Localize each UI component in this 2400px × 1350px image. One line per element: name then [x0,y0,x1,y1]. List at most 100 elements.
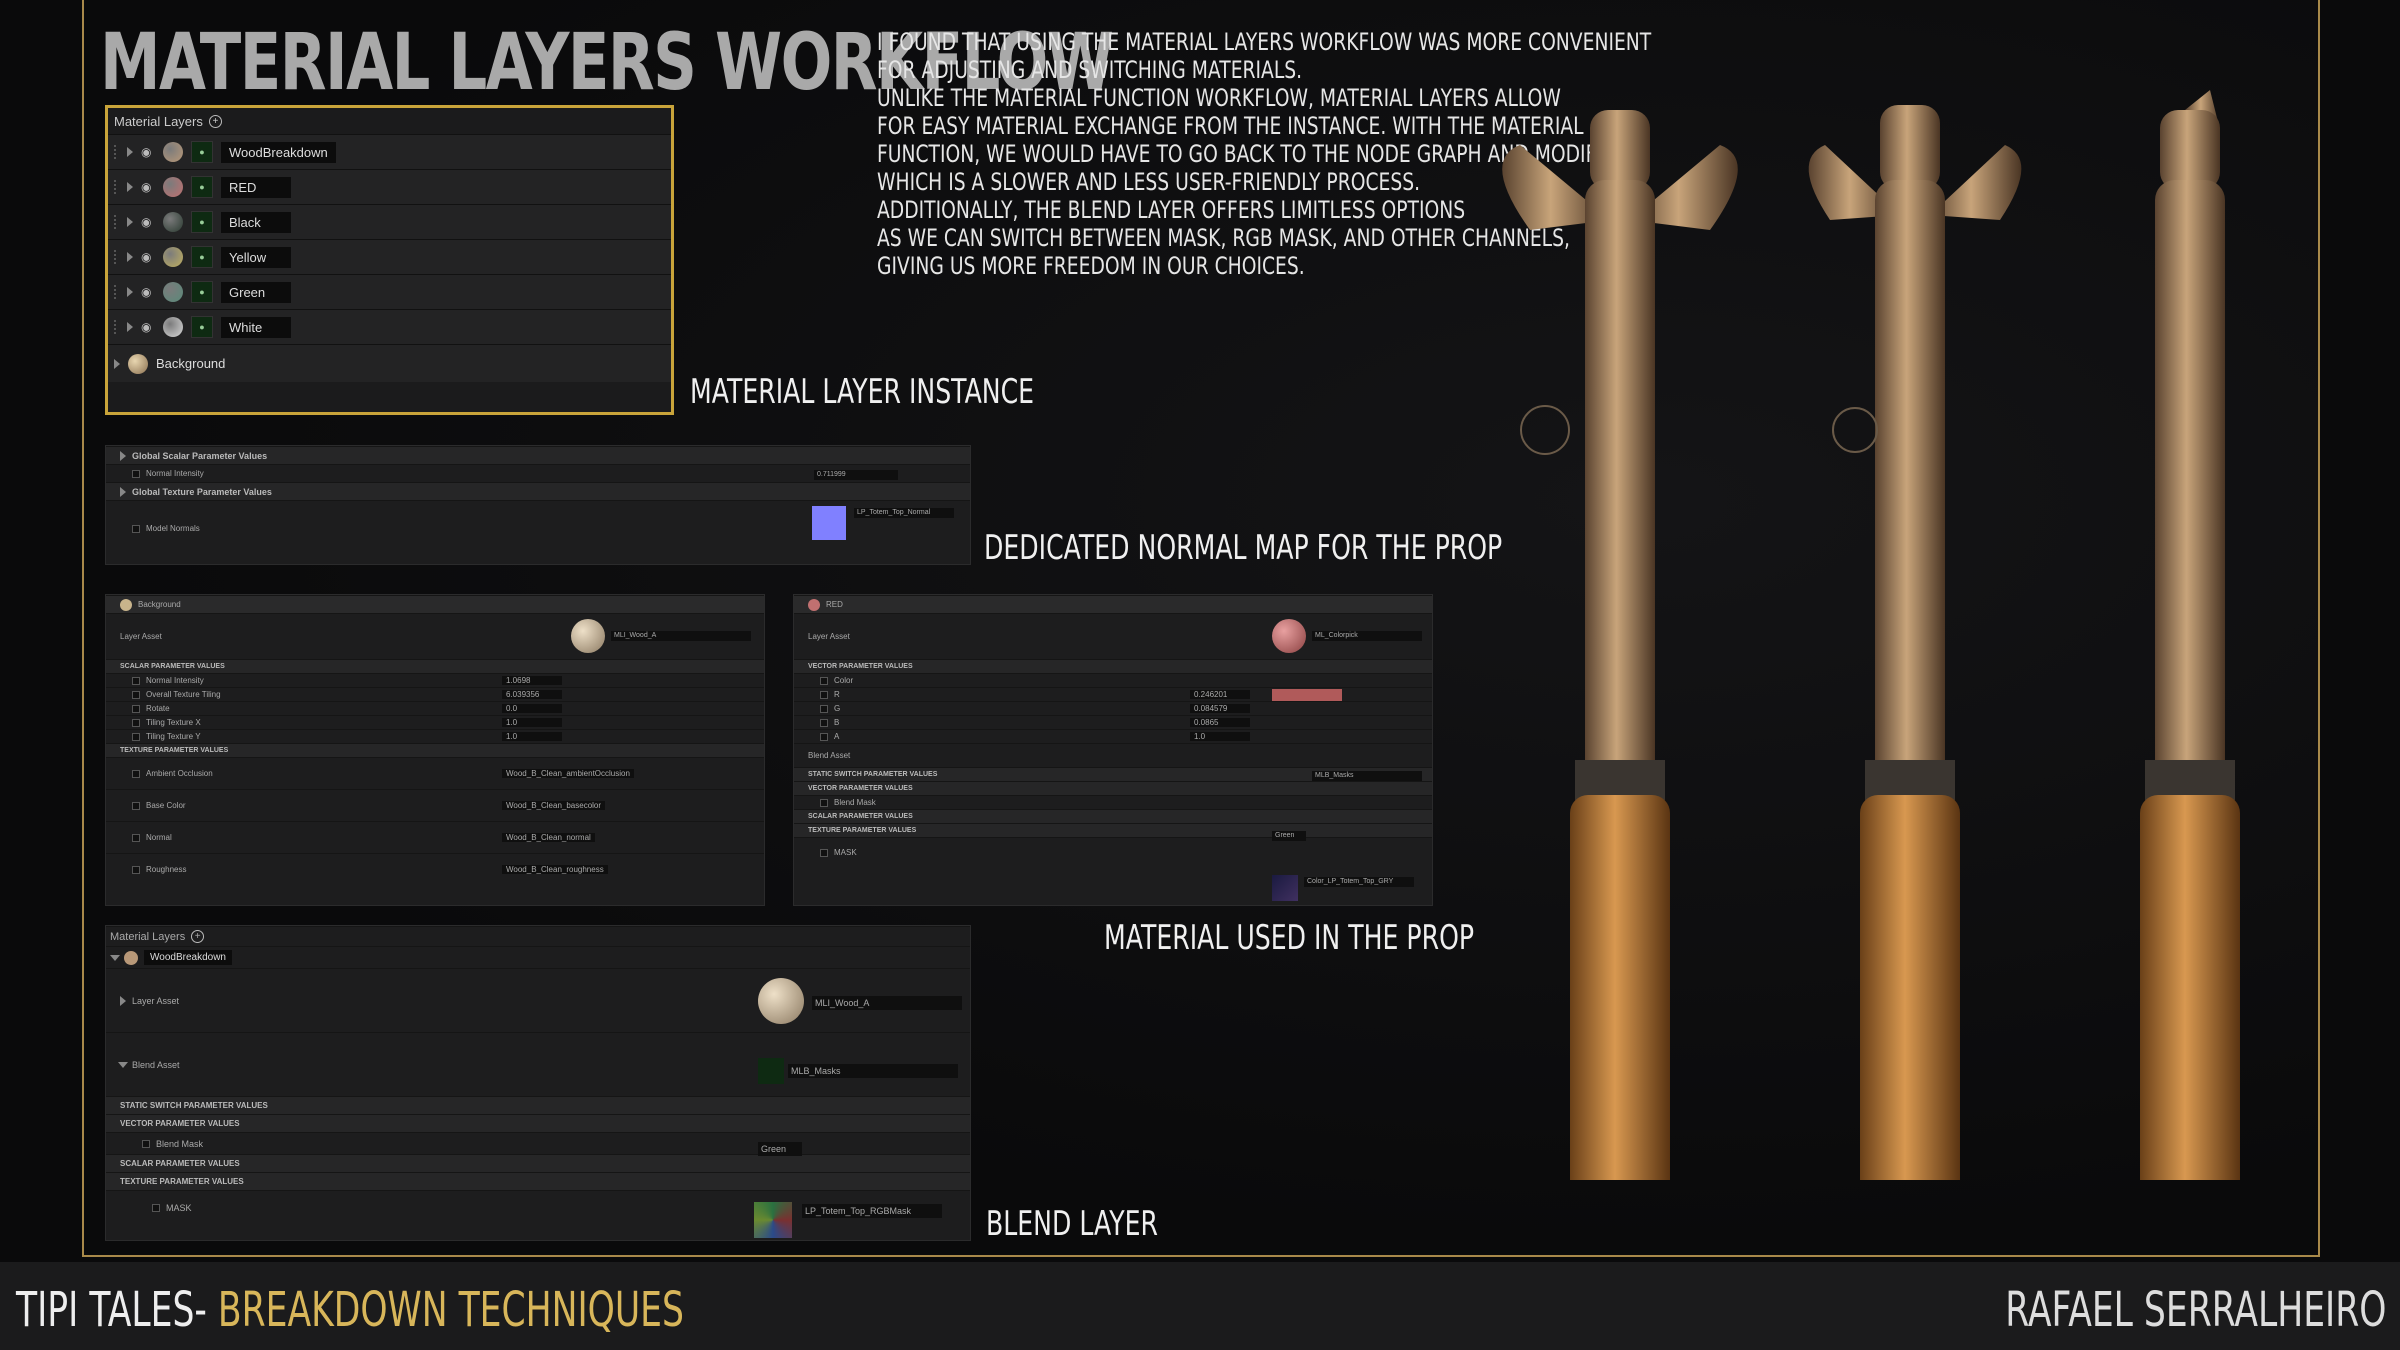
param-checkbox[interactable] [142,1139,150,1148]
param-checkbox[interactable] [820,718,828,727]
param-checkbox[interactable] [820,690,828,699]
texture-select[interactable]: LP_Totem_Top_Normal [854,508,954,518]
param-value-field[interactable]: 6.039356 [502,690,562,699]
expand-icon[interactable] [127,322,133,332]
param-value-field[interactable]: Wood_B_Clean_basecolor [502,801,606,810]
param-checkbox[interactable] [820,798,828,807]
param-value-field[interactable]: 1.0698 [502,676,562,685]
visibility-eye-icon[interactable]: ◉ [141,215,155,229]
layer-name[interactable]: White [221,316,291,338]
collapse-icon[interactable] [120,450,126,461]
expand-icon[interactable] [114,358,120,369]
add-layer-icon[interactable]: + [208,114,222,128]
param-checkbox[interactable] [132,769,140,778]
normal-intensity-field[interactable]: 0.711999 [814,470,898,480]
param-value-field[interactable]: 1.0 [502,732,562,741]
layer-row[interactable]: ◉ ● White [108,309,671,344]
blend-asset-select[interactable]: MLB_Masks [1312,771,1422,781]
drag-handle-icon[interactable] [114,145,119,159]
param-checkbox[interactable] [132,524,140,533]
param-checkbox[interactable] [820,704,828,713]
visibility-eye-icon[interactable]: ◉ [141,320,155,334]
collapse-icon[interactable] [120,486,126,497]
param-checkbox[interactable] [152,1203,160,1212]
param-value-field[interactable]: 0.0865 [1190,718,1250,727]
param-checkbox[interactable] [132,704,140,713]
drag-handle-icon[interactable] [114,215,119,229]
layer-row[interactable]: ◉ ● WoodBreakdown [108,134,671,169]
layer-name[interactable]: Black [221,211,291,233]
param-checkbox[interactable] [820,732,828,741]
visibility-eye-icon[interactable]: ◉ [141,285,155,299]
param-value-field[interactable]: 1.0 [1190,732,1250,741]
expand-icon[interactable] [127,217,133,227]
param-checkbox[interactable] [132,865,140,874]
param-value-field[interactable]: 0.084579 [1190,704,1250,713]
add-layer-icon[interactable]: + [191,930,205,943]
param-checkbox[interactable] [132,732,140,741]
layer-row[interactable]: ◉ ● Green [108,274,671,309]
param-value-field[interactable]: 1.0 [502,718,562,727]
layer-row-background[interactable]: Background [108,344,671,382]
blend-asset-row: Blend Asset [794,743,1432,767]
expand-icon[interactable] [120,995,126,1006]
layer-asset-select[interactable]: ML_Colorpick [1312,631,1422,641]
param-checkbox[interactable] [820,676,828,685]
section-header[interactable]: VECTOR PARAMETER VALUES [794,781,1432,795]
expand-icon[interactable] [110,954,120,961]
expand-icon[interactable] [127,147,133,157]
param-checkbox[interactable] [132,833,140,842]
layer-name[interactable]: RED [221,176,291,198]
expand-icon[interactable] [118,1061,128,1068]
expand-icon[interactable] [127,287,133,297]
visibility-eye-icon[interactable]: ◉ [141,250,155,264]
layer-name[interactable]: WoodBreakdown [144,950,232,965]
blend-mask-select[interactable]: Green [758,1142,802,1156]
section-header[interactable]: VECTOR PARAMETER VALUES [106,1114,970,1132]
mask-texture-select[interactable]: Color_LP_Totem_Top_GRY [1304,877,1414,887]
param-checkbox[interactable] [132,718,140,727]
drag-handle-icon[interactable] [114,250,119,264]
layer-asset-select[interactable]: MLI_Wood_A [611,631,751,641]
param-value-field[interactable]: Wood_B_Clean_ambientOcclusion [502,769,634,778]
param-value-field[interactable]: 0.246201 [1190,690,1250,699]
blend-mask-select[interactable]: Green [1272,831,1306,841]
section-header[interactable]: TEXTURE PARAMETER VALUES [106,1172,970,1190]
param-checkbox[interactable] [820,848,828,857]
section-header[interactable]: STATIC SWITCH PARAMETER VALUES [106,1096,970,1114]
drag-handle-icon[interactable] [114,320,119,334]
layer-row[interactable]: ◉ ● Yellow [108,239,671,274]
mask-texture-select[interactable]: LP_Totem_Top_RGBMask [802,1204,942,1218]
section-header[interactable]: TEXTURE PARAMETER VALUES [794,823,1432,837]
color-swatch[interactable] [1272,689,1342,701]
section-header[interactable]: SCALAR PARAMETER VALUES [106,659,764,673]
layer-name[interactable]: WoodBreakdown [221,141,336,163]
section-header[interactable]: SCALAR PARAMETER VALUES [106,1154,970,1172]
expand-icon[interactable] [127,182,133,192]
visibility-eye-icon[interactable]: ◉ [141,180,155,194]
layer-row[interactable]: ◉ ● Black [108,204,671,239]
caption-instance: MATERIAL LAYER INSTANCE [690,372,1035,412]
section-header[interactable]: Global Scalar Parameter Values [106,446,970,464]
layer-name[interactable]: Green [221,281,291,303]
section-header[interactable]: SCALAR PARAMETER VALUES [794,809,1432,823]
layer-row[interactable]: ◉ ● RED [108,169,671,204]
visibility-eye-icon[interactable]: ◉ [141,145,155,159]
layer-row[interactable]: WoodBreakdown [106,946,970,968]
param-value-field[interactable]: Wood_B_Clean_roughness [502,865,608,874]
layer-asset-select[interactable]: MLI_Wood_A [812,996,962,1010]
blend-asset-select[interactable]: MLB_Masks [788,1064,958,1078]
param-checkbox[interactable] [132,676,140,685]
param-value-field[interactable]: 0.0 [502,704,562,713]
param-checkbox[interactable] [132,801,140,810]
section-header[interactable]: TEXTURE PARAMETER VALUES [106,743,764,757]
param-checkbox[interactable] [132,469,140,478]
section-header[interactable]: Global Texture Parameter Values [106,482,970,500]
layer-name[interactable]: Yellow [221,246,291,268]
drag-handle-icon[interactable] [114,180,119,194]
drag-handle-icon[interactable] [114,285,119,299]
param-checkbox[interactable] [132,690,140,699]
expand-icon[interactable] [127,252,133,262]
param-value-field[interactable]: Wood_B_Clean_normal [502,833,595,842]
section-header[interactable]: VECTOR PARAMETER VALUES [794,659,1432,673]
